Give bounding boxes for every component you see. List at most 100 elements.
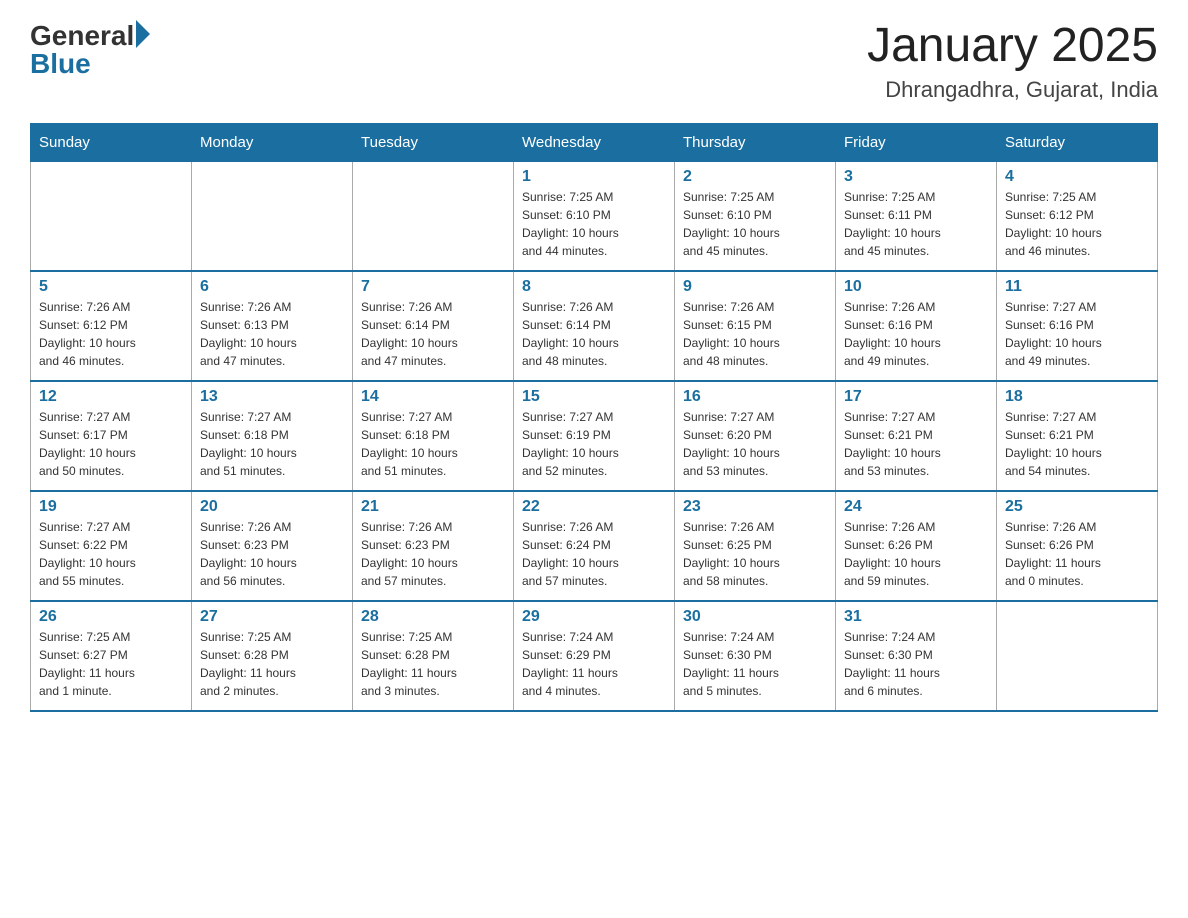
calendar-cell: 24 Sunrise: 7:26 AM Sunset: 6:26 PM Dayli… [836, 491, 997, 601]
day-number: 22 [522, 498, 666, 516]
day-number: 19 [39, 498, 183, 516]
week-row-2: 5Sunrise: 7:26 AM Sunset: 6:12 PM Daylig… [31, 271, 1158, 381]
calendar-cell: 28 Sunrise: 7:25 AM Sunset: 6:28 PM Dayli… [353, 601, 514, 711]
day-info: Sunrise: 7:27 AM Sunset: 6:17 PM Dayligh… [39, 408, 183, 480]
day-number: 8 [522, 278, 666, 296]
calendar-cell [997, 601, 1158, 711]
calendar-cell: 8Sunrise: 7:26 AM Sunset: 6:14 PM Daylig… [514, 271, 675, 381]
day-info: Sunrise: 7:26 AM Sunset: 6:24 PM Dayligh… [522, 518, 666, 590]
day-number: 12 [39, 388, 183, 406]
logo: General Blue [30, 20, 150, 80]
header-day-monday: Monday [192, 123, 353, 161]
calendar-cell [192, 161, 353, 271]
day-info: Sunrise: 7:25 AM Sunset: 6:28 PM Dayligh… [361, 628, 505, 700]
day-info: Sunrise: 7:24 AM Sunset: 6:30 PM Dayligh… [844, 628, 988, 700]
calendar-cell: 23 Sunrise: 7:26 AM Sunset: 6:25 PM Dayli… [675, 491, 836, 601]
day-info: Sunrise: 7:26 AM Sunset: 6:26 PM Dayligh… [1005, 518, 1149, 590]
day-number: 14 [361, 388, 505, 406]
calendar-cell: 10Sunrise: 7:26 AM Sunset: 6:16 PM Dayli… [836, 271, 997, 381]
calendar-cell: 13Sunrise: 7:27 AM Sunset: 6:18 PM Dayli… [192, 381, 353, 491]
day-info: Sunrise: 7:24 AM Sunset: 6:29 PM Dayligh… [522, 628, 666, 700]
calendar-cell: 16Sunrise: 7:27 AM Sunset: 6:20 PM Dayli… [675, 381, 836, 491]
day-info: Sunrise: 7:26 AM Sunset: 6:16 PM Dayligh… [844, 298, 988, 370]
calendar-cell: 11 Sunrise: 7:27 AM Sunset: 6:16 PM Dayli… [997, 271, 1158, 381]
day-number: 24 [844, 498, 988, 516]
day-number: 4 [1005, 168, 1149, 186]
day-number: 18 [1005, 388, 1149, 406]
day-number: 9 [683, 278, 827, 296]
calendar-cell: 2 Sunrise: 7:25 AM Sunset: 6:10 PM Daylig… [675, 161, 836, 271]
location-subtitle: Dhrangadhra, Gujarat, India [867, 77, 1158, 103]
day-info: Sunrise: 7:26 AM Sunset: 6:25 PM Dayligh… [683, 518, 827, 590]
calendar-cell: 9 Sunrise: 7:26 AM Sunset: 6:15 PM Daylig… [675, 271, 836, 381]
day-number: 11 [1005, 278, 1149, 296]
header-day-tuesday: Tuesday [353, 123, 514, 161]
header-day-sunday: Sunday [31, 123, 192, 161]
day-number: 13 [200, 388, 344, 406]
day-number: 6 [200, 278, 344, 296]
header-day-friday: Friday [836, 123, 997, 161]
day-info: Sunrise: 7:25 AM Sunset: 6:11 PM Dayligh… [844, 188, 988, 260]
day-number: 23 [683, 498, 827, 516]
calendar-cell: 22 Sunrise: 7:26 AM Sunset: 6:24 PM Dayli… [514, 491, 675, 601]
calendar-cell [353, 161, 514, 271]
calendar-cell: 5Sunrise: 7:26 AM Sunset: 6:12 PM Daylig… [31, 271, 192, 381]
day-info: Sunrise: 7:26 AM Sunset: 6:14 PM Dayligh… [361, 298, 505, 370]
calendar-cell: 14 Sunrise: 7:27 AM Sunset: 6:18 PM Dayli… [353, 381, 514, 491]
calendar-cell: 31 Sunrise: 7:24 AM Sunset: 6:30 PM Dayli… [836, 601, 997, 711]
day-number: 25 [1005, 498, 1149, 516]
calendar-cell: 19Sunrise: 7:27 AM Sunset: 6:22 PM Dayli… [31, 491, 192, 601]
page-header: General Blue January 2025 Dhrangadhra, G… [30, 20, 1158, 103]
day-number: 16 [683, 388, 827, 406]
day-number: 28 [361, 608, 505, 626]
week-row-3: 12 Sunrise: 7:27 AM Sunset: 6:17 PM Dayli… [31, 381, 1158, 491]
calendar-title: January 2025 [867, 20, 1158, 73]
calendar-cell [31, 161, 192, 271]
week-row-5: 26Sunrise: 7:25 AM Sunset: 6:27 PM Dayli… [31, 601, 1158, 711]
day-info: Sunrise: 7:27 AM Sunset: 6:21 PM Dayligh… [1005, 408, 1149, 480]
title-block: January 2025 Dhrangadhra, Gujarat, India [867, 20, 1158, 103]
day-info: Sunrise: 7:25 AM Sunset: 6:28 PM Dayligh… [200, 628, 344, 700]
calendar-cell: 18 Sunrise: 7:27 AM Sunset: 6:21 PM Dayli… [997, 381, 1158, 491]
calendar-cell: 29Sunrise: 7:24 AM Sunset: 6:29 PM Dayli… [514, 601, 675, 711]
day-info: Sunrise: 7:26 AM Sunset: 6:15 PM Dayligh… [683, 298, 827, 370]
day-number: 3 [844, 168, 988, 186]
header-day-thursday: Thursday [675, 123, 836, 161]
day-number: 20 [200, 498, 344, 516]
day-info: Sunrise: 7:26 AM Sunset: 6:23 PM Dayligh… [200, 518, 344, 590]
day-number: 21 [361, 498, 505, 516]
day-number: 30 [683, 608, 827, 626]
day-number: 5 [39, 278, 183, 296]
day-info: Sunrise: 7:25 AM Sunset: 6:10 PM Dayligh… [683, 188, 827, 260]
day-number: 27 [200, 608, 344, 626]
calendar-cell: 4Sunrise: 7:25 AM Sunset: 6:12 PM Daylig… [997, 161, 1158, 271]
calendar-cell: 25 Sunrise: 7:26 AM Sunset: 6:26 PM Dayli… [997, 491, 1158, 601]
header-row: SundayMondayTuesdayWednesdayThursdayFrid… [31, 123, 1158, 161]
calendar-cell: 6 Sunrise: 7:26 AM Sunset: 6:13 PM Daylig… [192, 271, 353, 381]
week-row-1: 1Sunrise: 7:25 AM Sunset: 6:10 PM Daylig… [31, 161, 1158, 271]
day-info: Sunrise: 7:25 AM Sunset: 6:10 PM Dayligh… [522, 188, 666, 260]
calendar-cell: 27 Sunrise: 7:25 AM Sunset: 6:28 PM Dayli… [192, 601, 353, 711]
logo-blue-text: Blue [30, 48, 150, 80]
day-number: 31 [844, 608, 988, 626]
day-number: 2 [683, 168, 827, 186]
day-info: Sunrise: 7:27 AM Sunset: 6:21 PM Dayligh… [844, 408, 988, 480]
day-number: 17 [844, 388, 988, 406]
calendar-cell: 15Sunrise: 7:27 AM Sunset: 6:19 PM Dayli… [514, 381, 675, 491]
calendar-table: SundayMondayTuesdayWednesdayThursdayFrid… [30, 123, 1158, 713]
day-info: Sunrise: 7:26 AM Sunset: 6:26 PM Dayligh… [844, 518, 988, 590]
calendar-cell: 21Sunrise: 7:26 AM Sunset: 6:23 PM Dayli… [353, 491, 514, 601]
calendar-cell: 20 Sunrise: 7:26 AM Sunset: 6:23 PM Dayli… [192, 491, 353, 601]
day-number: 7 [361, 278, 505, 296]
calendar-cell: 1Sunrise: 7:25 AM Sunset: 6:10 PM Daylig… [514, 161, 675, 271]
day-info: Sunrise: 7:24 AM Sunset: 6:30 PM Dayligh… [683, 628, 827, 700]
calendar-cell: 7 Sunrise: 7:26 AM Sunset: 6:14 PM Daylig… [353, 271, 514, 381]
day-info: Sunrise: 7:27 AM Sunset: 6:18 PM Dayligh… [361, 408, 505, 480]
header-day-wednesday: Wednesday [514, 123, 675, 161]
calendar-cell: 12 Sunrise: 7:27 AM Sunset: 6:17 PM Dayli… [31, 381, 192, 491]
day-number: 15 [522, 388, 666, 406]
day-info: Sunrise: 7:26 AM Sunset: 6:13 PM Dayligh… [200, 298, 344, 370]
header-day-saturday: Saturday [997, 123, 1158, 161]
day-info: Sunrise: 7:27 AM Sunset: 6:16 PM Dayligh… [1005, 298, 1149, 370]
calendar-cell: 3 Sunrise: 7:25 AM Sunset: 6:11 PM Daylig… [836, 161, 997, 271]
